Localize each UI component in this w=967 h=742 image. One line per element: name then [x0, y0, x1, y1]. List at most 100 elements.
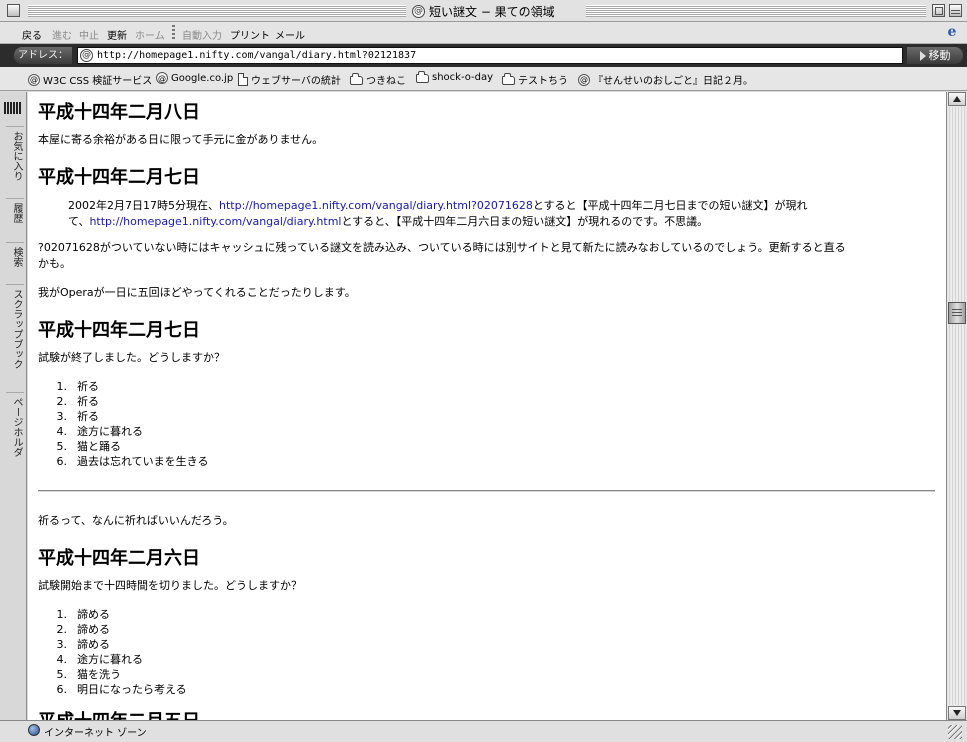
collapse-window-button[interactable] — [949, 4, 962, 17]
entry-paragraph: ?02071628がついていない時にはキャッシュに残っている謎文を読み込み、つい… — [38, 240, 846, 272]
address-bar: アドレス： @ 移動 — [0, 44, 967, 67]
tab-history[interactable]: 履歴 — [6, 198, 24, 230]
entry-heading: 平成十四年二月五日 — [38, 707, 200, 720]
entry-heading: 平成十四年二月七日 — [38, 167, 200, 188]
list-item: 5. 猫を洗う — [56, 668, 122, 681]
tab-search[interactable]: 検索 — [6, 242, 24, 274]
address-label: アドレス： — [14, 47, 72, 64]
entry-paragraph: 試験開始まで十四時間を切りました。どうしますか？ — [38, 579, 302, 592]
toolbar-separator — [172, 25, 175, 40]
print-button[interactable]: プリント — [230, 27, 270, 42]
resize-grip-icon[interactable] — [948, 725, 962, 739]
choice-list: 1. 祈る 2. 祈る 3. 祈る 4. 途方に暮れる 5. 猫と踊る 6. 過去は忘れてい… — [48, 379, 209, 469]
window-title: @ 短い謎文 − 果ての領域 — [408, 3, 559, 19]
list-item: 4. 途方に暮れる — [56, 653, 144, 666]
list-item: 1. 諦める — [56, 608, 111, 621]
at-icon: @ — [28, 73, 40, 86]
favorite-item[interactable]: テストちう — [502, 72, 568, 87]
back-button[interactable]: 戻る — [22, 27, 42, 42]
go-button[interactable]: 移動 — [907, 47, 963, 64]
diary-link[interactable]: http://homepage1.nifty.com/vangal/diary.… — [219, 199, 533, 212]
mail-button[interactable]: メール — [275, 27, 305, 42]
toolbar: 戻る 進む 中止 更新 ホーム 自動入力 プリント メール e — [0, 22, 967, 44]
home-button[interactable]: ホーム — [135, 27, 165, 42]
globe-icon — [28, 724, 40, 736]
site-icon: @ — [80, 49, 93, 62]
entry-paragraph: 祈るって、なんに祈ればいいんだろう。 — [38, 514, 234, 527]
title-stripes — [586, 5, 926, 17]
go-button-label: 移動 — [928, 49, 951, 62]
page-icon: @ — [412, 4, 425, 18]
tab-scrapbook[interactable]: スクラップブック — [6, 284, 24, 390]
entry-paragraph: 試験が終了しました。どうしますか？ — [38, 351, 225, 364]
autofill-button[interactable]: 自動入力 — [182, 27, 222, 42]
forward-button[interactable]: 進む — [52, 27, 72, 42]
list-item: 3. 祈る — [56, 410, 100, 423]
tab-page-holder[interactable]: ページホルダ — [6, 392, 24, 468]
favorite-label: 『せんせいのおしごと』日記２月。 — [593, 76, 753, 87]
diary-link[interactable]: http://homepage1.nifty.com/vangal/diary.… — [89, 215, 341, 228]
folder-icon — [502, 73, 515, 85]
quote-text: とすると、【平成十四年二月六日まの短い謎文】が現れるのです。不思議。 — [341, 215, 709, 228]
list-item: 6. 過去は忘れていまを生きる — [56, 455, 209, 468]
favorite-item[interactable]: @ W3C CSS 検証サービス — [28, 72, 152, 87]
quote-text: て、 — [68, 215, 90, 228]
at-icon: @ — [578, 73, 590, 86]
refresh-button[interactable]: 更新 — [107, 27, 127, 42]
stop-button[interactable]: 中止 — [79, 27, 99, 42]
quote-text: とすると【平成十四年二月七日までの短い謎文】が現れ — [532, 199, 808, 212]
page-content: 平成十四年二月八日 本屋に寄る余裕がある日に限って手元に金がありません。 平成十… — [28, 92, 946, 720]
favorites-bar: @ W3C CSS 検証サービス @ Google.co.jp ウェブサーバの統… — [0, 67, 967, 91]
zoom-window-button[interactable] — [932, 4, 945, 17]
scroll-down-arrow-icon[interactable] — [948, 706, 966, 720]
scroll-up-arrow-icon[interactable] — [948, 92, 966, 106]
favorite-label: つきねこ — [366, 76, 406, 87]
tab-favorites[interactable]: お気に入り — [6, 126, 24, 188]
list-item: 3. 諦める — [56, 638, 111, 651]
list-item: 1. 祈る — [56, 380, 100, 393]
at-icon: @ — [156, 72, 168, 84]
list-item: 2. 祈る — [56, 395, 100, 408]
window-title-text: 短い謎文 − 果ての領域 — [429, 4, 555, 19]
favorite-label: テストちう — [518, 76, 568, 87]
favorite-label: Google.co.jp — [171, 72, 234, 84]
favorite-label: shock-o-day — [432, 72, 494, 83]
title-stripes — [28, 5, 406, 17]
address-field: @ — [77, 47, 903, 64]
scroll-track[interactable] — [949, 107, 965, 705]
address-input[interactable] — [97, 48, 887, 63]
entry-quote: 2002年2月7日17時5分現在、http://homepage1.nifty.… — [68, 198, 908, 230]
entry-heading: 平成十四年二月六日 — [38, 548, 200, 569]
favorite-label: ウェブサーバの統計 — [251, 76, 341, 87]
document-icon — [238, 73, 248, 86]
choice-list: 1. 諦める 2. 諦める 3. 諦める 4. 途方に暮れる 5. 猫を洗う 6. 明日にな… — [48, 607, 187, 697]
favorite-item[interactable]: @ 『せんせいのおしごと』日記２月。 — [578, 72, 753, 87]
favorite-item[interactable]: つきねこ — [350, 72, 406, 87]
quote-text: 2002年2月7日17時5分現在、 — [68, 199, 219, 212]
status-bar: インターネット ゾーン — [0, 720, 967, 742]
explorer-bar-tabs: お気に入り 履歴 検索 スクラップブック ページホルダ — [0, 92, 27, 720]
paragraph-line: かも。 — [38, 257, 71, 270]
paragraph-line: ?02071628がついていない時にはキャッシュに残っている謎文を読み込み、つい… — [38, 241, 846, 254]
vertical-scrollbar[interactable] — [946, 92, 967, 720]
favorite-item[interactable]: ウェブサーバの統計 — [238, 72, 341, 87]
entry-heading: 平成十四年二月七日 — [38, 320, 200, 341]
title-bar: @ 短い謎文 − 果ての領域 — [0, 0, 967, 22]
list-item: 4. 途方に暮れる — [56, 425, 144, 438]
entry-paragraph: 本屋に寄る余裕がある日に限って手元に金がありません。 — [38, 133, 324, 146]
browser-logo-icon: e — [947, 24, 957, 40]
sidebar-toggle-icon[interactable] — [4, 100, 24, 116]
favorite-label: W3C CSS 検証サービス — [43, 76, 153, 87]
list-item: 2. 諦める — [56, 623, 111, 636]
list-item: 5. 猫と踊る — [56, 440, 122, 453]
folder-icon — [416, 71, 429, 83]
favorite-item[interactable]: shock-o-day — [416, 71, 494, 83]
favorite-item[interactable]: @ Google.co.jp — [156, 72, 233, 84]
list-item: 6. 明日になったら考える — [56, 683, 187, 696]
divider — [38, 490, 935, 492]
scroll-thumb[interactable] — [948, 302, 966, 324]
close-window-button[interactable] — [7, 4, 20, 17]
go-arrow-icon — [919, 50, 926, 61]
entry-heading: 平成十四年二月八日 — [38, 102, 200, 123]
security-zone: インターネット ゾーン — [44, 728, 147, 739]
